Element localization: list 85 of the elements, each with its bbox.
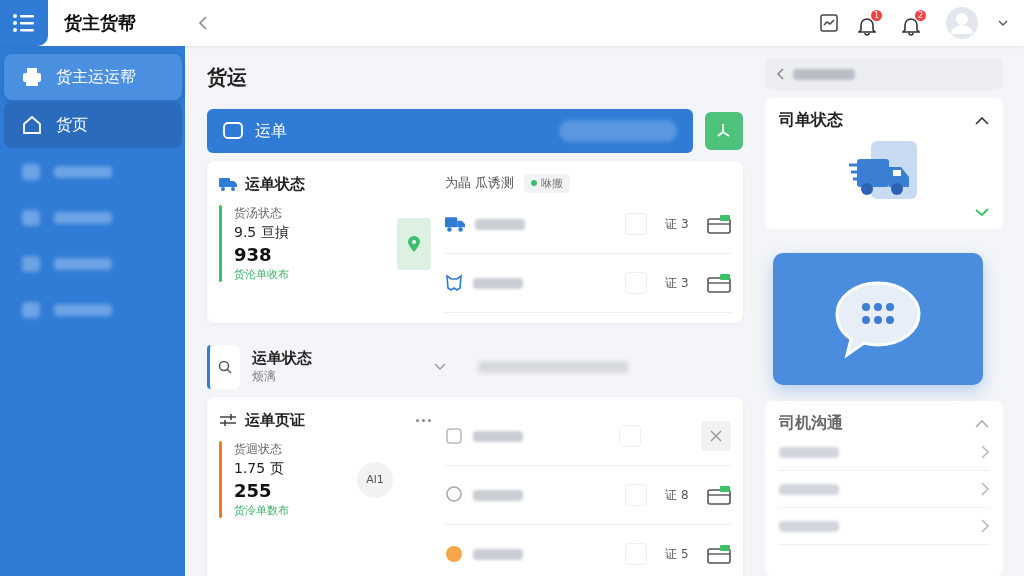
row-icon bbox=[445, 274, 463, 292]
printer-icon bbox=[22, 67, 42, 87]
chat-button[interactable] bbox=[773, 253, 983, 385]
stat-number: 255 bbox=[234, 480, 273, 501]
row-count: 证 3 bbox=[664, 215, 690, 233]
card-title: 运单状态 bbox=[245, 174, 305, 194]
status-tag: 咻搬 bbox=[524, 173, 571, 193]
row-count: 证 5 bbox=[664, 545, 690, 563]
chat-square-icon bbox=[223, 122, 243, 140]
notification-badge: 1 bbox=[871, 10, 882, 21]
stat-note: 货沦单收布 bbox=[234, 267, 289, 282]
more-icon[interactable] bbox=[416, 418, 431, 422]
home-icon bbox=[22, 115, 42, 135]
blurred-text bbox=[475, 218, 525, 230]
chevron-right-icon[interactable] bbox=[981, 445, 989, 459]
blurred-icon bbox=[22, 164, 40, 180]
blurred-text bbox=[793, 68, 855, 80]
blurred-text bbox=[473, 430, 523, 442]
blurred-text bbox=[473, 489, 523, 501]
inbox-icon[interactable] bbox=[707, 485, 731, 505]
section-title: 运单状态 bbox=[252, 349, 312, 368]
blurred-text bbox=[779, 446, 839, 458]
close-icon bbox=[710, 430, 722, 442]
blurred-text bbox=[473, 548, 523, 560]
chat-bubble-icon bbox=[833, 279, 923, 359]
avatar-badge: Al1 bbox=[357, 461, 393, 498]
notification-badge: 2 bbox=[915, 10, 926, 21]
blurred-icon bbox=[22, 256, 40, 272]
collapse-icon[interactable] bbox=[975, 116, 989, 125]
sliders-icon bbox=[219, 413, 237, 427]
collapsed-section[interactable]: 运单状态 烦漓 bbox=[207, 345, 743, 389]
blurred-text bbox=[54, 258, 112, 270]
blurred-text bbox=[54, 166, 112, 178]
back-icon bbox=[777, 68, 785, 80]
menu-button[interactable] bbox=[0, 0, 48, 46]
app-title: 货主货帮 bbox=[64, 11, 136, 35]
menu-icon bbox=[13, 14, 35, 32]
row-count: 证 8 bbox=[664, 486, 690, 504]
back-icon[interactable] bbox=[198, 15, 208, 31]
breadcrumb[interactable] bbox=[765, 58, 1003, 90]
sidebar-item[interactable]: 货页 bbox=[4, 102, 182, 148]
inbox-icon[interactable] bbox=[707, 214, 731, 234]
truck-icon bbox=[219, 177, 237, 191]
blurred-text bbox=[54, 212, 112, 224]
blurred-text bbox=[473, 277, 523, 289]
chevron-right-icon[interactable] bbox=[981, 519, 989, 533]
notification-button[interactable]: 2 bbox=[902, 10, 926, 36]
tool-icon bbox=[716, 123, 732, 139]
stat-number: 938 bbox=[234, 244, 273, 265]
chart-icon[interactable] bbox=[820, 14, 838, 32]
notification-button[interactable]: 1 bbox=[858, 10, 882, 36]
list-title: 为晶 瓜诱测 bbox=[445, 174, 515, 192]
stat-label: 货迴状态 bbox=[234, 441, 283, 458]
stat-value: 9.5 亘揁 bbox=[234, 224, 289, 242]
map-pin-icon bbox=[397, 217, 431, 270]
stat-label: 货汤状态 bbox=[234, 205, 283, 222]
blurred-text bbox=[779, 483, 839, 495]
sidebar-item[interactable]: 货主运运帮 bbox=[4, 54, 182, 100]
inbox-icon[interactable] bbox=[707, 544, 731, 564]
page-title: 货运 bbox=[207, 64, 248, 91]
action-button[interactable] bbox=[705, 112, 743, 150]
blurred-icon bbox=[22, 302, 40, 318]
row-count: 证 3 bbox=[664, 274, 690, 292]
row-icon bbox=[445, 545, 463, 563]
row-icon bbox=[445, 216, 465, 232]
chevron-right-icon[interactable] bbox=[981, 482, 989, 496]
card-title: 运单页证 bbox=[245, 410, 305, 430]
bell-icon bbox=[902, 16, 920, 36]
bell-icon bbox=[858, 16, 876, 36]
card-title: 司单状态 bbox=[779, 110, 843, 131]
inbox-icon[interactable] bbox=[707, 273, 731, 293]
blurred-text bbox=[779, 520, 839, 532]
blurred-icon bbox=[22, 210, 40, 226]
check-icon bbox=[975, 207, 989, 217]
document-icon bbox=[445, 427, 463, 445]
waybill-bar[interactable]: 运单 bbox=[207, 109, 693, 153]
search-icon bbox=[210, 345, 240, 389]
close-button[interactable] bbox=[701, 421, 731, 451]
blurred-text bbox=[54, 304, 112, 316]
caret-icon[interactable] bbox=[998, 19, 1008, 27]
row-icon bbox=[445, 486, 463, 504]
card-title: 司机沟通 bbox=[779, 413, 843, 434]
section-subtitle: 烦漓 bbox=[252, 368, 277, 385]
stat-note: 货泠单数布 bbox=[234, 503, 289, 518]
stat-value: 1.75 页 bbox=[234, 460, 285, 478]
